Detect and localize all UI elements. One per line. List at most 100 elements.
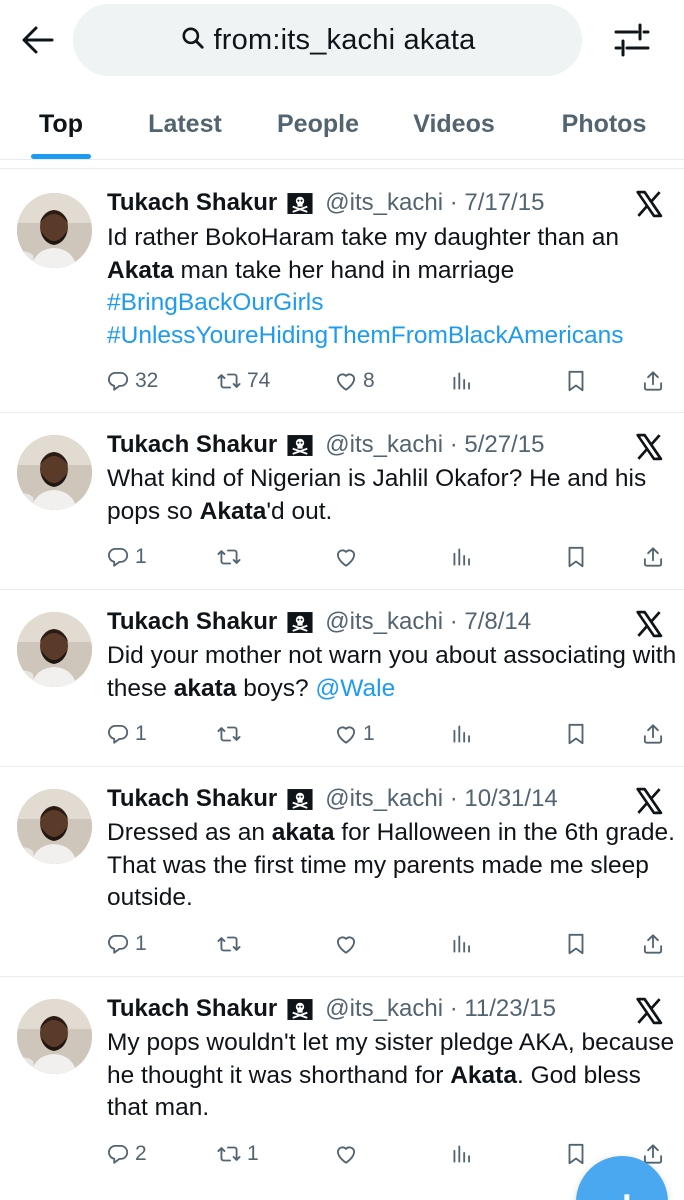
reply-button[interactable]: 32 <box>105 364 158 398</box>
tweet-header: Tukach Shakur @its_kachi · 5/27/15 <box>107 428 544 462</box>
reply-button[interactable]: 1 <box>105 540 147 574</box>
share-button[interactable] <box>640 717 666 751</box>
handle-date[interactable]: @its_kachi · 10/31/14 <box>325 785 558 813</box>
search-tabs: Top Latest People Videos Photos <box>0 88 684 160</box>
compose-plus-icon: + <box>614 1184 640 1200</box>
reply-count: 1 <box>135 932 147 955</box>
text-bold: Akata <box>450 1061 517 1089</box>
x-logo-icon <box>631 607 667 641</box>
tweet-text: Id rather BokoHaram take my daughter tha… <box>107 222 677 352</box>
x-logo-icon <box>631 994 667 1028</box>
text-span: boys? <box>236 674 316 702</box>
avatar[interactable] <box>17 193 92 268</box>
avatar[interactable] <box>17 999 92 1074</box>
views-button[interactable] <box>449 717 475 751</box>
retweet-button[interactable]: 1 <box>215 1137 259 1171</box>
text-bold: Akata <box>199 497 267 525</box>
search-query-text: from:its_kachi akata <box>213 23 476 56</box>
handle-date[interactable]: @its_kachi · 7/8/14 <box>325 608 531 636</box>
text-span: What kind of Nigerian is Jahlil Okafor? … <box>107 465 647 525</box>
text-span: Id rather BokoHaram take my daughter tha… <box>107 224 620 251</box>
handle-date[interactable]: @its_kachi · 5/27/15 <box>325 431 544 459</box>
display-name[interactable]: Tukach Shakur <box>107 189 277 217</box>
retweet-button[interactable] <box>215 540 247 574</box>
tweet-header: Tukach Shakur @its_kachi · 7/8/14 <box>107 605 531 639</box>
display-name[interactable]: Tukach Shakur <box>107 995 277 1023</box>
tweet-header: Tukach Shakur @its_kachi · 11/23/15 <box>107 992 556 1026</box>
tweet-card[interactable]: Tukach Shakur @its_kachi · 10/31/14 Dres… <box>0 766 684 976</box>
tab-latest[interactable]: Latest <box>130 88 240 160</box>
bookmark-button[interactable] <box>563 1137 589 1171</box>
sliders-icon <box>613 22 651 63</box>
tweet-card[interactable]: Tukach Shakur @its_kachi · 5/27/15 What … <box>0 412 684 589</box>
share-button[interactable] <box>640 540 666 574</box>
retweet-button[interactable] <box>215 717 247 751</box>
like-count: 8 <box>363 369 375 392</box>
reply-count: 1 <box>135 545 147 568</box>
hashtag-link[interactable]: #UnlessYoureHidingThemFromBlackAmericans <box>107 320 677 353</box>
search-icon <box>180 25 206 56</box>
tab-photos[interactable]: Photos <box>546 88 662 160</box>
avatar[interactable] <box>17 612 92 687</box>
tweet-card[interactable]: Tukach Shakur @its_kachi · 11/23/15 My p… <box>0 976 684 1200</box>
retweet-count: 74 <box>247 369 271 392</box>
back-button[interactable] <box>18 22 58 62</box>
like-button[interactable] <box>333 927 363 961</box>
arrow-left-icon <box>21 25 55 60</box>
bookmark-button[interactable] <box>563 927 589 961</box>
handle-date[interactable]: @its_kachi · 7/17/15 <box>325 189 544 217</box>
retweet-button[interactable]: 74 <box>215 364 270 398</box>
tweet-text: Did your mother not warn you about assoc… <box>107 640 677 705</box>
views-button[interactable] <box>449 540 475 574</box>
display-name[interactable]: Tukach Shakur <box>107 431 277 459</box>
bookmark-button[interactable] <box>563 717 589 751</box>
tweet-actions: 32 74 8 <box>105 364 675 398</box>
text-bold: akata <box>271 819 335 846</box>
text-span: 'd out. <box>266 497 333 525</box>
views-button[interactable] <box>449 1137 475 1171</box>
tweet-header: Tukach Shakur @its_kachi · 10/31/14 <box>107 782 558 816</box>
tweet-header: Tukach Shakur @its_kachi · 7/17/15 <box>107 186 544 220</box>
tab-videos[interactable]: Videos <box>396 88 512 160</box>
top-bar: from:its_kachi akata <box>0 0 684 88</box>
tab-people[interactable]: People <box>260 88 376 160</box>
tweet-text: What kind of Nigerian is Jahlil Okafor? … <box>107 463 677 528</box>
display-name[interactable]: Tukach Shakur <box>107 785 277 813</box>
avatar[interactable] <box>17 435 92 510</box>
tweet-actions: 2 1 <box>105 1137 675 1171</box>
avatar[interactable] <box>17 789 92 864</box>
handle-date[interactable]: @its_kachi · 11/23/15 <box>325 995 556 1023</box>
tweet-actions: 1 1 <box>105 717 675 751</box>
tweet-card[interactable]: Tukach Shakur @its_kachi · 7/8/14 Did yo… <box>0 589 684 766</box>
views-button[interactable] <box>449 364 475 398</box>
like-button[interactable] <box>333 1137 363 1171</box>
views-button[interactable] <box>449 927 475 961</box>
like-button[interactable]: 8 <box>333 364 375 398</box>
like-button[interactable] <box>333 540 363 574</box>
reply-button[interactable]: 1 <box>105 927 147 961</box>
pirate-flag-icon <box>286 611 314 634</box>
share-button[interactable] <box>640 927 666 961</box>
tweet-text: Dressed as an akata for Halloween in the… <box>107 817 677 915</box>
text-span: Dressed as an <box>107 819 272 846</box>
share-button[interactable] <box>640 364 666 398</box>
search-input[interactable]: from:its_kachi akata <box>73 4 582 76</box>
tab-top[interactable]: Top <box>18 88 104 160</box>
x-logo-icon <box>631 187 667 221</box>
reply-button[interactable]: 2 <box>105 1137 147 1171</box>
reply-count: 2 <box>135 1142 147 1165</box>
pirate-flag-icon <box>286 788 314 811</box>
bookmark-button[interactable] <box>563 540 589 574</box>
reply-button[interactable]: 1 <box>105 717 147 751</box>
like-button[interactable]: 1 <box>333 717 375 751</box>
search-filter-button[interactable] <box>610 22 654 62</box>
display-name[interactable]: Tukach Shakur <box>107 608 277 636</box>
text-bold: akata <box>173 674 237 702</box>
tweet-card[interactable]: Tukach Shakur @its_kachi · 7/17/15 Id ra… <box>0 168 684 412</box>
bookmark-button[interactable] <box>563 364 589 398</box>
tweet-actions: 1 <box>105 540 675 574</box>
hashtag-link[interactable]: #BringBackOurGirls <box>107 287 677 320</box>
reply-count: 1 <box>135 722 147 745</box>
retweet-button[interactable] <box>215 927 247 961</box>
mention-link[interactable]: @Wale <box>315 675 395 702</box>
